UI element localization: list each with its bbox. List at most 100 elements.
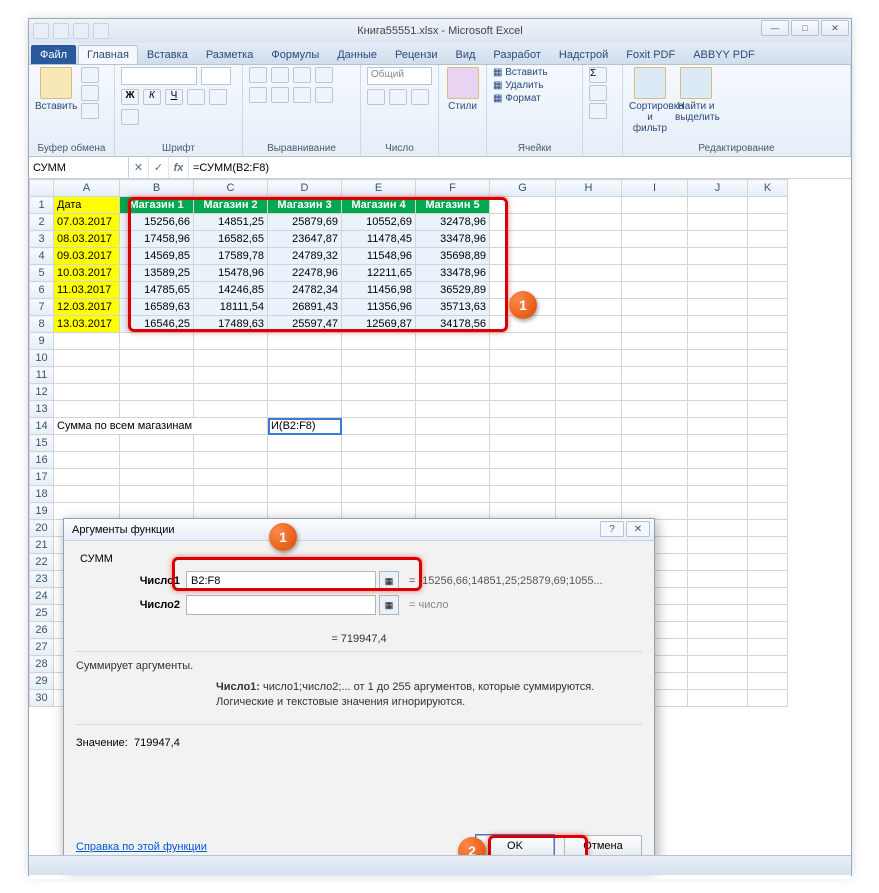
cell-K17[interactable]	[748, 469, 788, 486]
cell-K3[interactable]	[748, 231, 788, 248]
cell-B10[interactable]	[120, 350, 194, 367]
row-header-28[interactable]: 28	[30, 656, 54, 673]
cell-F12[interactable]	[416, 384, 490, 401]
cell-C4[interactable]: 17589,78	[194, 248, 268, 265]
dialog-help-button[interactable]: ?	[600, 521, 624, 537]
row-header-20[interactable]: 20	[30, 520, 54, 537]
cell-I18[interactable]	[622, 486, 688, 503]
merge-icon[interactable]	[315, 87, 333, 103]
cell-H17[interactable]	[556, 469, 622, 486]
cancel-button[interactable]: Отмена	[564, 835, 642, 857]
cell-A11[interactable]	[54, 367, 120, 384]
cell-H12[interactable]	[556, 384, 622, 401]
cell-B19[interactable]	[120, 503, 194, 520]
cell-K30[interactable]	[748, 690, 788, 707]
cell-E19[interactable]	[342, 503, 416, 520]
cell-J5[interactable]	[688, 265, 748, 282]
cell-I14[interactable]	[622, 418, 688, 435]
cell-K8[interactable]	[748, 316, 788, 333]
cell-B2[interactable]: 15256,66	[120, 214, 194, 231]
cell-A9[interactable]	[54, 333, 120, 350]
cell-H13[interactable]	[556, 401, 622, 418]
cell-J29[interactable]	[688, 673, 748, 690]
cell-D7[interactable]: 26891,43	[268, 299, 342, 316]
cell-I3[interactable]	[622, 231, 688, 248]
cell-G15[interactable]	[490, 435, 556, 452]
cell-K24[interactable]	[748, 588, 788, 605]
cell-G17[interactable]	[490, 469, 556, 486]
cell-K19[interactable]	[748, 503, 788, 520]
cell-A5[interactable]: 10.03.2017	[54, 265, 120, 282]
comma-icon[interactable]	[411, 89, 429, 105]
cell-E14[interactable]	[342, 418, 416, 435]
cell-C17[interactable]	[194, 469, 268, 486]
cell-E7[interactable]: 11356,96	[342, 299, 416, 316]
row-header-9[interactable]: 9	[30, 333, 54, 350]
cell-B9[interactable]	[120, 333, 194, 350]
align-right-icon[interactable]	[293, 87, 311, 103]
cell-C7[interactable]: 18111,54	[194, 299, 268, 316]
cell-C13[interactable]	[194, 401, 268, 418]
cell-B1[interactable]: Магазин 1	[120, 197, 194, 214]
cancel-formula-icon[interactable]: ✕	[129, 157, 149, 178]
cell-K22[interactable]	[748, 554, 788, 571]
row-header-15[interactable]: 15	[30, 435, 54, 452]
cell-F7[interactable]: 35713,63	[416, 299, 490, 316]
tab-insert[interactable]: Вставка	[138, 45, 197, 64]
cell-A19[interactable]	[54, 503, 120, 520]
currency-icon[interactable]	[367, 89, 385, 105]
cell-B16[interactable]	[120, 452, 194, 469]
cell-H1[interactable]	[556, 197, 622, 214]
cell-J10[interactable]	[688, 350, 748, 367]
cell-J7[interactable]	[688, 299, 748, 316]
cell-D1[interactable]: Магазин 3	[268, 197, 342, 214]
cell-F15[interactable]	[416, 435, 490, 452]
row-header-12[interactable]: 12	[30, 384, 54, 401]
col-header-I[interactable]: I	[622, 180, 688, 197]
tab-abbyy[interactable]: ABBYY PDF	[684, 45, 764, 64]
row-header-11[interactable]: 11	[30, 367, 54, 384]
cell-J6[interactable]	[688, 282, 748, 299]
cell-J11[interactable]	[688, 367, 748, 384]
cell-G9[interactable]	[490, 333, 556, 350]
cell-C15[interactable]	[194, 435, 268, 452]
col-header-F[interactable]: F	[416, 180, 490, 197]
col-header-H[interactable]: H	[556, 180, 622, 197]
cell-B4[interactable]: 14569,85	[120, 248, 194, 265]
cell-K23[interactable]	[748, 571, 788, 588]
row-header-8[interactable]: 8	[30, 316, 54, 333]
cell-J9[interactable]	[688, 333, 748, 350]
cell-I10[interactable]	[622, 350, 688, 367]
cell-H3[interactable]	[556, 231, 622, 248]
cell-H16[interactable]	[556, 452, 622, 469]
cell-H9[interactable]	[556, 333, 622, 350]
cell-F4[interactable]: 35698,89	[416, 248, 490, 265]
arg1-refedit-icon[interactable]: ▦	[379, 571, 399, 591]
cell-E9[interactable]	[342, 333, 416, 350]
cell-A13[interactable]	[54, 401, 120, 418]
cells-delete[interactable]: ▦ Удалить	[493, 80, 543, 91]
row-header-3[interactable]: 3	[30, 231, 54, 248]
cell-K15[interactable]	[748, 435, 788, 452]
align-middle-icon[interactable]	[271, 67, 289, 83]
cell-K25[interactable]	[748, 605, 788, 622]
tab-data[interactable]: Данные	[328, 45, 386, 64]
row-header-22[interactable]: 22	[30, 554, 54, 571]
cell-C5[interactable]: 15478,96	[194, 265, 268, 282]
cell-E10[interactable]	[342, 350, 416, 367]
col-header-D[interactable]: D	[268, 180, 342, 197]
maximize-button[interactable]: □	[791, 20, 819, 36]
ok-button[interactable]: OK	[476, 835, 554, 857]
cell-G14[interactable]	[490, 418, 556, 435]
cell-H6[interactable]	[556, 282, 622, 299]
cell-K13[interactable]	[748, 401, 788, 418]
cell-A1[interactable]: Дата	[54, 197, 120, 214]
cell-I9[interactable]	[622, 333, 688, 350]
italic-button[interactable]: К	[143, 89, 161, 105]
cell-B13[interactable]	[120, 401, 194, 418]
cell-K18[interactable]	[748, 486, 788, 503]
border-icon[interactable]	[187, 89, 205, 105]
cell-D13[interactable]	[268, 401, 342, 418]
cell-F8[interactable]: 34178,56	[416, 316, 490, 333]
cell-K16[interactable]	[748, 452, 788, 469]
